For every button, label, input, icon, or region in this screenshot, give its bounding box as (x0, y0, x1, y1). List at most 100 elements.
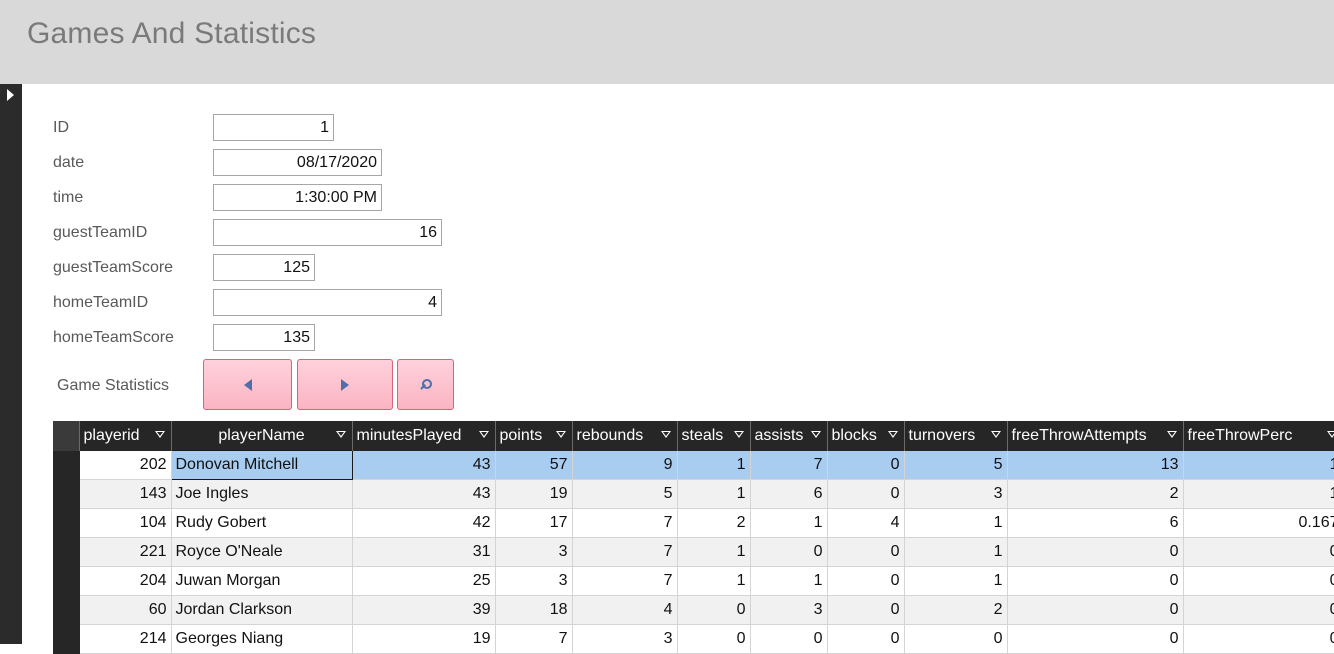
cell-minutesplayed[interactable]: 43 (352, 451, 495, 480)
table-row[interactable]: 60Jordan Clarkson39184030200 (53, 596, 1334, 625)
cell-minutesplayed[interactable]: 43 (352, 480, 495, 509)
filter-dropdown-icon[interactable] (556, 431, 566, 438)
cell-steals[interactable]: 1 (677, 567, 750, 596)
cell-rebounds[interactable]: 7 (572, 538, 677, 567)
row-selector[interactable] (53, 538, 79, 567)
cell-playername[interactable]: Georges Niang (171, 625, 352, 654)
filter-dropdown-icon[interactable] (734, 431, 744, 438)
column-header-turnovers[interactable]: turnovers (904, 421, 1007, 451)
filter-dropdown-icon[interactable] (479, 431, 489, 438)
cell-turnovers[interactable]: 1 (904, 509, 1007, 538)
cell-turnovers[interactable]: 2 (904, 596, 1007, 625)
cell-freethrowperc[interactable]: 0 (1183, 625, 1334, 654)
cell-playername[interactable]: Juwan Morgan (171, 567, 352, 596)
game-statistics-datasheet[interactable]: playerid playerName minutesPlayed points… (53, 421, 1334, 654)
cell-minutesplayed[interactable]: 42 (352, 509, 495, 538)
cell-assists[interactable]: 1 (750, 509, 827, 538)
table-row[interactable]: 204Juwan Morgan2537110100 (53, 567, 1334, 596)
row-selector[interactable] (53, 567, 79, 596)
cell-assists[interactable]: 0 (750, 538, 827, 567)
cell-playername[interactable]: Jordan Clarkson (171, 596, 352, 625)
cell-freethrowperc[interactable]: 0 (1183, 596, 1334, 625)
cell-points[interactable]: 3 (495, 538, 572, 567)
filter-dropdown-icon[interactable] (811, 431, 821, 438)
cell-freethrowattempts[interactable]: 13 (1007, 451, 1183, 480)
cell-minutesplayed[interactable]: 31 (352, 538, 495, 567)
home-team-score-field[interactable]: 135 (213, 324, 315, 351)
column-header-steals[interactable]: steals (677, 421, 750, 451)
time-field[interactable]: 1:30:00 PM (213, 184, 382, 211)
cell-points[interactable]: 57 (495, 451, 572, 480)
cell-rebounds[interactable]: 3 (572, 625, 677, 654)
cell-rebounds[interactable]: 4 (572, 596, 677, 625)
column-header-assists[interactable]: assists (750, 421, 827, 451)
cell-freethrowattempts[interactable]: 6 (1007, 509, 1183, 538)
cell-assists[interactable]: 3 (750, 596, 827, 625)
cell-blocks[interactable]: 4 (827, 509, 904, 538)
table-row[interactable]: 104Rudy Gobert42177214160.167 (53, 509, 1334, 538)
cell-turnovers[interactable]: 5 (904, 451, 1007, 480)
cell-minutesplayed[interactable]: 19 (352, 625, 495, 654)
cell-steals[interactable]: 2 (677, 509, 750, 538)
row-selector[interactable] (53, 451, 79, 480)
cell-rebounds[interactable]: 5 (572, 480, 677, 509)
id-field[interactable]: 1 (213, 114, 334, 141)
cell-freethrowattempts[interactable]: 2 (1007, 480, 1183, 509)
column-header-minutesplayed[interactable]: minutesPlayed (352, 421, 495, 451)
cell-assists[interactable]: 1 (750, 567, 827, 596)
cell-points[interactable]: 17 (495, 509, 572, 538)
next-record-button[interactable] (297, 359, 393, 410)
row-selector[interactable] (53, 596, 79, 625)
home-team-id-field[interactable]: 4 (213, 289, 442, 316)
cell-playerid[interactable]: 214 (79, 625, 171, 654)
cell-playername[interactable]: Royce O'Neale (171, 538, 352, 567)
cell-steals[interactable]: 0 (677, 596, 750, 625)
cell-turnovers[interactable]: 3 (904, 480, 1007, 509)
table-row[interactable]: 143Joe Ingles43195160321 (53, 480, 1334, 509)
cell-blocks[interactable]: 0 (827, 625, 904, 654)
cell-turnovers[interactable]: 1 (904, 567, 1007, 596)
cell-rebounds[interactable]: 7 (572, 509, 677, 538)
cell-blocks[interactable]: 0 (827, 451, 904, 480)
filter-dropdown-icon[interactable] (1167, 431, 1177, 438)
filter-dropdown-icon[interactable] (336, 431, 346, 438)
filter-dropdown-icon[interactable] (155, 431, 165, 438)
cell-freethrowperc[interactable]: 1 (1183, 451, 1334, 480)
cell-blocks[interactable]: 0 (827, 538, 904, 567)
column-header-playerid[interactable]: playerid (79, 421, 171, 451)
cell-playerid[interactable]: 202 (79, 451, 171, 480)
filter-dropdown-icon[interactable] (991, 431, 1001, 438)
cell-playerid[interactable]: 104 (79, 509, 171, 538)
cell-points[interactable]: 7 (495, 625, 572, 654)
table-row[interactable]: 214Georges Niang1973000000 (53, 625, 1334, 654)
column-header-freethrowattempts[interactable]: freeThrowAttempts (1007, 421, 1183, 451)
guest-team-id-field[interactable]: 16 (213, 219, 442, 246)
cell-assists[interactable]: 0 (750, 625, 827, 654)
cell-steals[interactable]: 1 (677, 538, 750, 567)
cell-assists[interactable]: 6 (750, 480, 827, 509)
cell-freethrowattempts[interactable]: 0 (1007, 596, 1183, 625)
previous-record-button[interactable] (203, 359, 292, 410)
cell-playername[interactable]: Donovan Mitchell (171, 451, 352, 480)
cell-minutesplayed[interactable]: 25 (352, 567, 495, 596)
cell-playername[interactable]: Joe Ingles (171, 480, 352, 509)
cell-assists[interactable]: 7 (750, 451, 827, 480)
table-row[interactable]: 221Royce O'Neale3137100100 (53, 538, 1334, 567)
cell-playername[interactable]: Rudy Gobert (171, 509, 352, 538)
cell-playerid[interactable]: 60 (79, 596, 171, 625)
cell-freethrowperc[interactable]: 0 (1183, 538, 1334, 567)
date-field[interactable]: 08/17/2020 (213, 149, 382, 176)
record-selector[interactable] (0, 84, 22, 644)
row-selector[interactable] (53, 509, 79, 538)
cell-points[interactable]: 18 (495, 596, 572, 625)
cell-freethrowattempts[interactable]: 0 (1007, 567, 1183, 596)
filter-dropdown-icon[interactable] (1327, 431, 1334, 438)
cell-blocks[interactable]: 0 (827, 596, 904, 625)
cell-playerid[interactable]: 204 (79, 567, 171, 596)
table-row[interactable]: 202Donovan Mitchell435791705131 (53, 451, 1334, 480)
column-header-freethrowperc[interactable]: freeThrowPerc (1183, 421, 1334, 451)
cell-steals[interactable]: 1 (677, 451, 750, 480)
cell-freethrowattempts[interactable]: 0 (1007, 625, 1183, 654)
column-header-blocks[interactable]: blocks (827, 421, 904, 451)
column-header-playername[interactable]: playerName (171, 421, 352, 451)
